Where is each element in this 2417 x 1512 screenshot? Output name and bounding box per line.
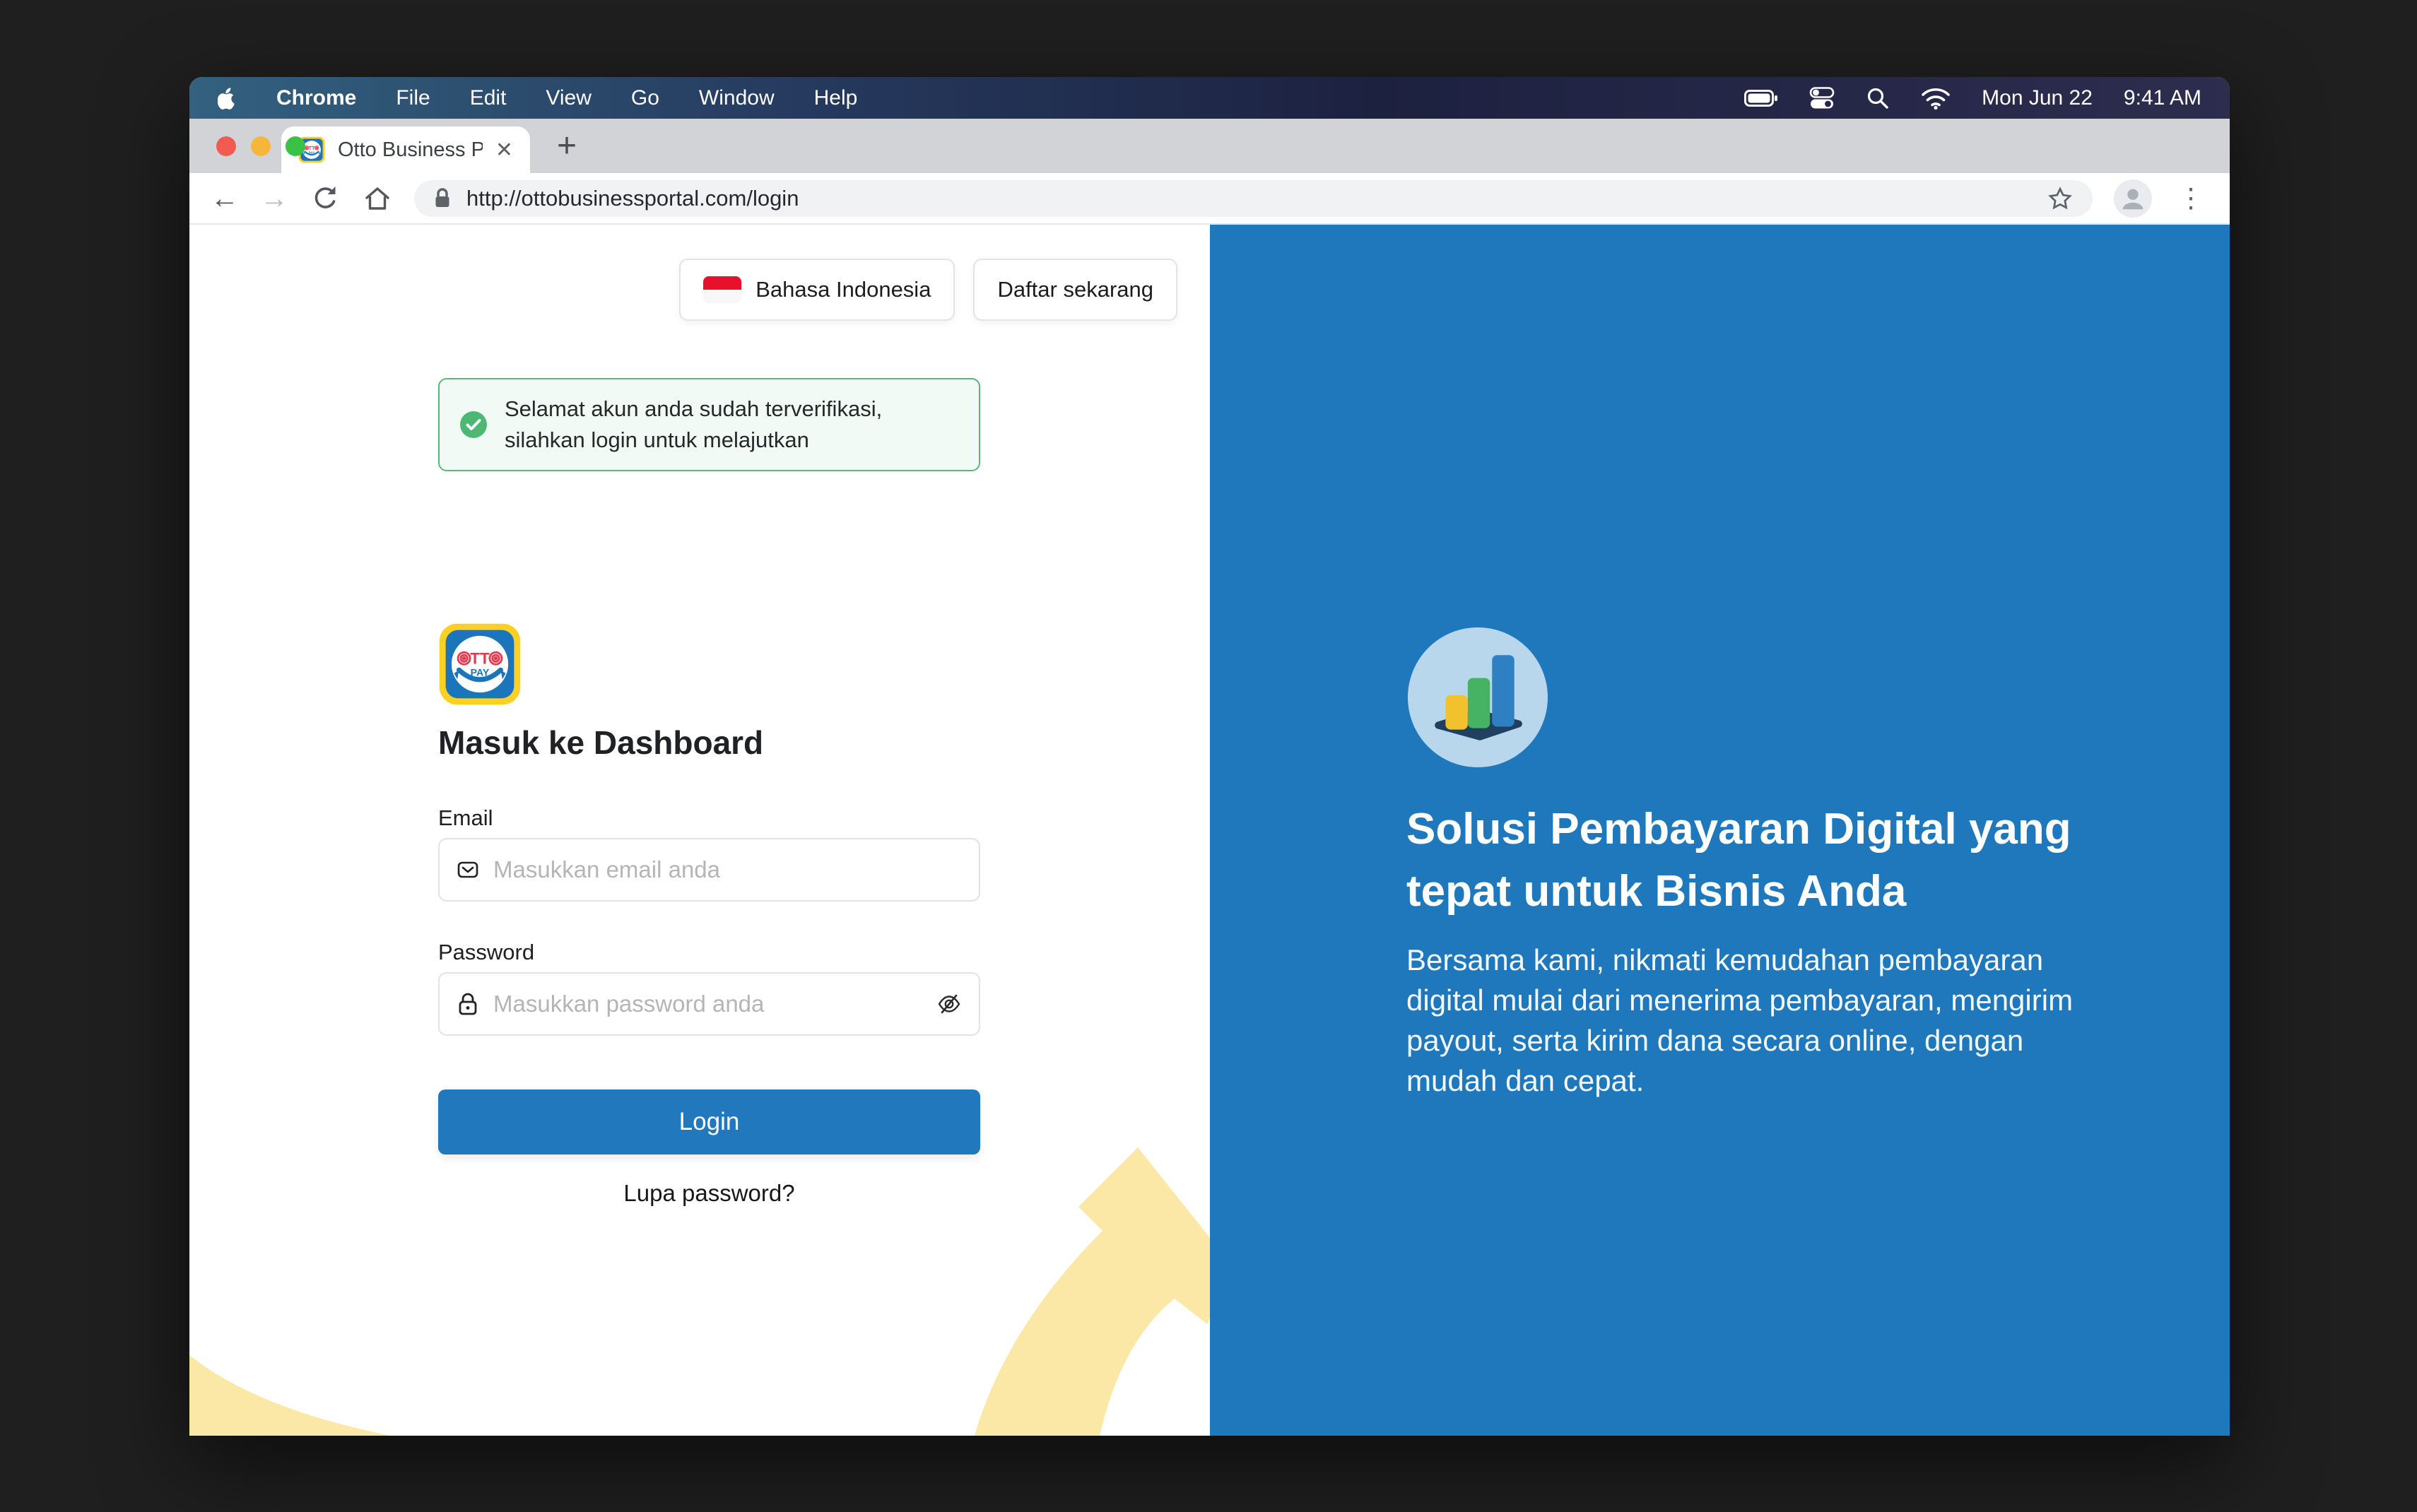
menubar-item-window[interactable]: Window [699,86,775,110]
tab-close-icon[interactable]: ✕ [495,138,513,163]
tab-title: Otto Business Portal [338,138,483,162]
menubar-item-edit[interactable]: Edit [470,86,507,110]
apple-menu[interactable] [218,87,237,110]
browser-toolbar: ← → http://ottobusinessportal.com/login [189,173,2230,225]
forgot-password-link[interactable]: Lupa password? [438,1180,980,1207]
zoom-window-button[interactable] [286,136,305,156]
back-icon[interactable]: ← [211,184,239,213]
apple-icon [218,87,237,110]
person-icon [2118,184,2148,213]
promo-panel: Solusi Pembayaran Digital yang tepat unt… [1210,225,2230,1436]
macos-menubar: Chrome File Edit View Go Window Help [189,77,2230,119]
control-center-icon[interactable] [1809,85,1835,111]
lock-icon[interactable] [433,187,452,210]
password-field[interactable] [438,972,980,1036]
language-button[interactable]: Bahasa Indonesia [679,259,955,321]
email-label: Email [438,805,493,831]
battery-icon[interactable] [1744,90,1778,107]
menubar-item-view[interactable]: View [546,86,591,110]
register-button-label: Daftar sekarang [997,277,1153,302]
browser-window: Chrome File Edit View Go Window Help [189,77,2230,1436]
promo-body: Bersama kami, nikmati kemudahan pembayar… [1406,940,2103,1101]
forward-icon[interactable]: → [260,184,288,213]
toggle-password-visibility-icon[interactable] [936,991,962,1017]
success-alert-text: Selamat akun anda sudah terverifikasi, s… [505,394,959,456]
bookmark-star-icon[interactable] [2046,184,2074,213]
tab-strip: Otto Business Portal ✕ + [189,119,2230,173]
promo-heading: Solusi Pembayaran Digital yang tepat unt… [1406,798,2106,923]
check-circle-icon [459,411,488,439]
login-heading: Masuk ke Dashboard [438,723,763,762]
password-lock-icon [457,992,479,1016]
tab-otto-business-portal[interactable]: Otto Business Portal ✕ [281,126,530,173]
wifi-icon[interactable] [1921,87,1951,110]
close-window-button[interactable] [216,136,236,156]
success-alert: Selamat akun anda sudah terverifikasi, s… [438,378,980,471]
address-bar[interactable]: http://ottobusinessportal.com/login [414,180,2093,217]
menubar-time[interactable]: 9:41 AM [2124,86,2201,110]
password-label: Password [438,940,534,965]
profile-avatar[interactable] [2114,179,2152,218]
menubar-item-file[interactable]: File [396,86,430,110]
home-icon[interactable] [362,183,393,214]
register-button[interactable]: Daftar sekarang [973,259,1177,321]
language-button-label: Bahasa Indonesia [755,277,931,302]
menubar-item-help[interactable]: Help [814,86,858,110]
bar-chart-badge [1408,627,1548,767]
browser-menu-icon[interactable]: ⋮ [2173,182,2209,214]
indonesia-flag-icon [703,276,741,303]
menubar-item-go[interactable]: Go [631,86,659,110]
reload-icon[interactable] [310,183,341,214]
spotlight-search-icon[interactable] [1866,86,1890,110]
menubar-date[interactable]: Mon Jun 22 [1982,86,2093,110]
email-field[interactable] [438,838,980,902]
minimize-window-button[interactable] [251,136,271,156]
bar-chart-icon [1424,644,1531,751]
email-icon [457,858,479,881]
password-input[interactable] [493,991,922,1017]
login-button[interactable]: Login [438,1089,980,1154]
url-text: http://ottobusinessportal.com/login [466,186,799,211]
new-tab-button[interactable]: + [557,129,577,163]
menubar-item-chrome[interactable]: Chrome [276,86,356,110]
email-input[interactable] [493,856,962,883]
ottopay-logo [438,622,522,706]
login-panel: Bahasa Indonesia Daftar sekarang Selamat… [189,225,1210,1436]
page-content: Bahasa Indonesia Daftar sekarang Selamat… [189,225,2230,1436]
